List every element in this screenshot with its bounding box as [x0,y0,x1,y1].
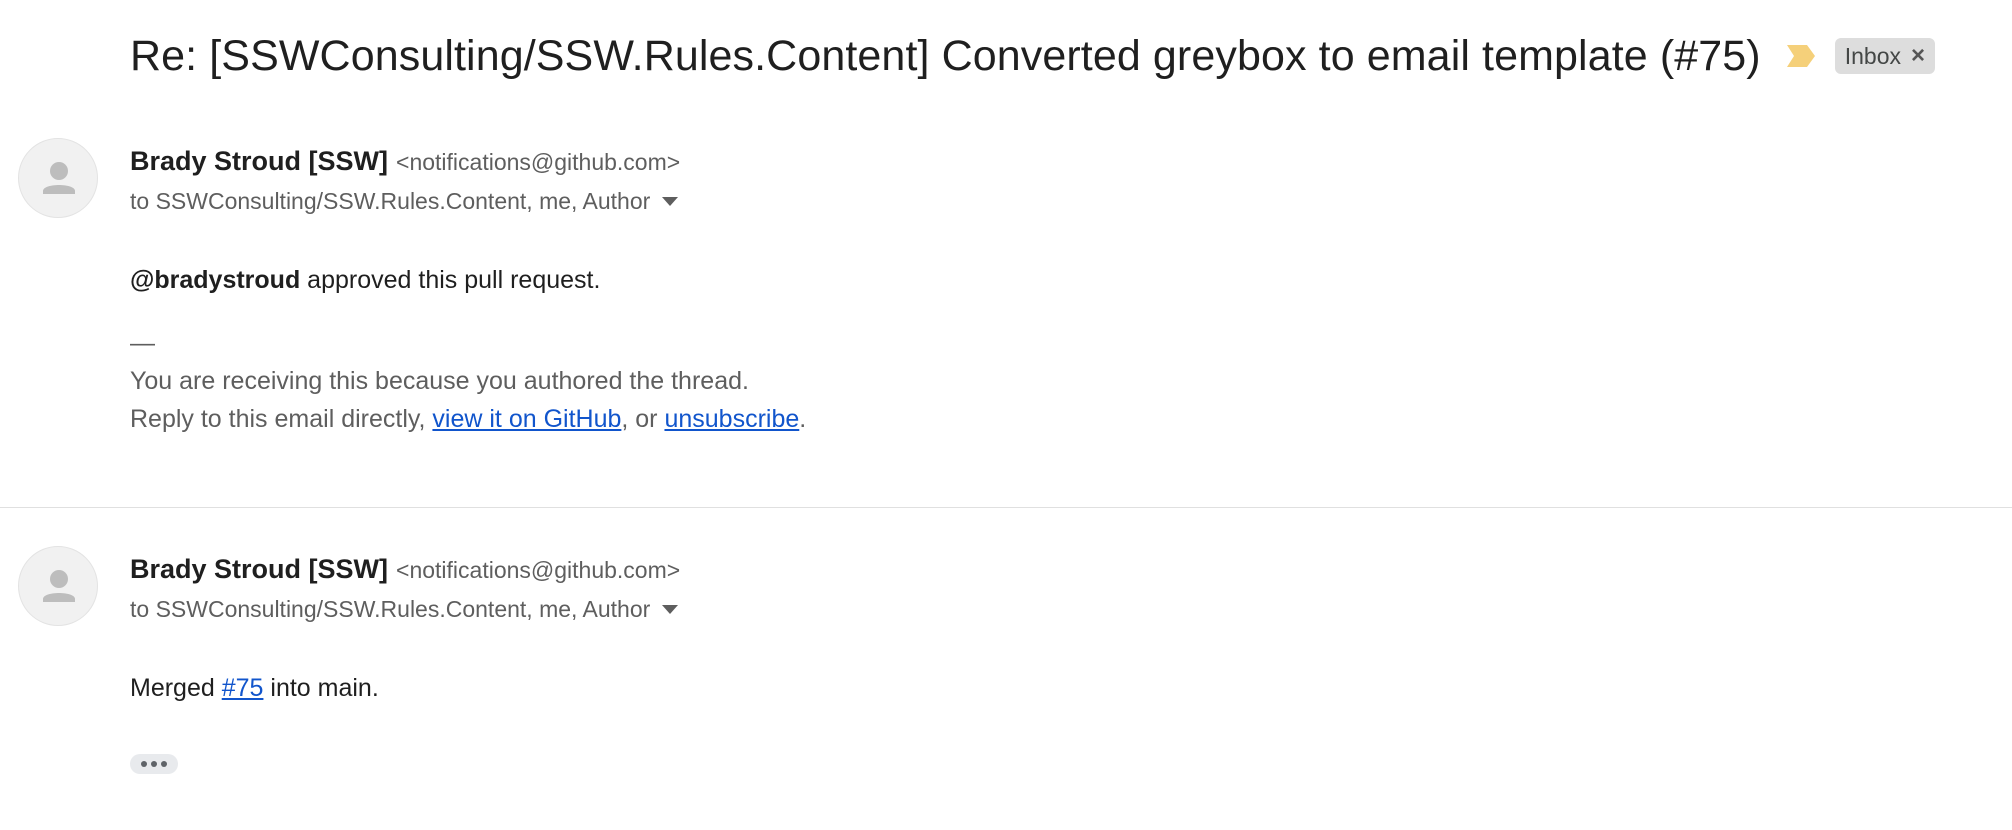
footer-actions: Reply to this email directly, view it on… [130,400,806,438]
dot [141,761,147,767]
dot [161,761,167,767]
unsubscribe-link[interactable]: unsubscribe [664,405,799,433]
sender-line: Brady Stroud [SSW] <notifications@github… [130,554,680,585]
recipients: to SSWConsulting/SSW.Rules.Content, me, … [130,188,651,214]
person-icon [43,570,75,602]
person-icon [43,162,75,194]
sender-line: Brady Stroud [SSW] <notifications@github… [130,146,680,177]
recipients-line: to SSWConsulting/SSW.Rules.Content, me, … [130,596,679,623]
message-body: @bradystroud approved this pull request. [130,266,600,295]
avatar[interactable] [18,138,98,218]
message-body: Merged #75 into main. [130,674,379,703]
body-suffix: into main. [263,674,379,702]
sender-email: <notifications@github.com> [396,149,681,175]
body-prefix: Merged [130,674,222,702]
notification-footer: — You are receiving this because you aut… [130,324,806,438]
subject-row: Re: [SSWConsulting/SSW.Rules.Content] Co… [130,28,1935,84]
dot [151,761,157,767]
recipients: to SSWConsulting/SSW.Rules.Content, me, … [130,596,651,622]
mention: @bradystroud [130,266,301,294]
email-thread-view: Re: [SSWConsulting/SSW.Rules.Content] Co… [0,0,2012,830]
message-divider [0,507,2012,508]
show-details-caret-icon[interactable] [662,197,679,206]
more-horizontal-icon[interactable] [130,754,178,774]
email-subject: Re: [SSWConsulting/SSW.Rules.Content] Co… [130,31,1761,80]
footer-actions-mid: , or [621,405,665,433]
show-details-caret-icon[interactable] [662,605,679,614]
recipients-line: to SSWConsulting/SSW.Rules.Content, me, … [130,188,679,215]
pull-request-link[interactable]: #75 [222,674,264,702]
body-text: approved this pull request. [300,266,601,294]
footer-actions-prefix: Reply to this email directly, [130,405,433,433]
sender-name[interactable]: Brady Stroud [SSW] [130,146,388,177]
remove-label-icon[interactable]: × [1911,42,1925,70]
sender-name[interactable]: Brady Stroud [SSW] [130,554,388,585]
sender-email: <notifications@github.com> [396,557,681,583]
footer-reason: You are receiving this because you autho… [130,367,749,395]
label-text: Inbox [1844,42,1901,69]
view-on-github-link[interactable]: view it on GitHub [432,405,621,433]
footer-actions-suffix: . [799,405,807,433]
avatar[interactable] [18,546,98,626]
inbox-label-chip: Inbox × [1834,38,1935,74]
important-marker-icon[interactable] [1785,43,1817,69]
footer-separator: — [130,329,155,357]
